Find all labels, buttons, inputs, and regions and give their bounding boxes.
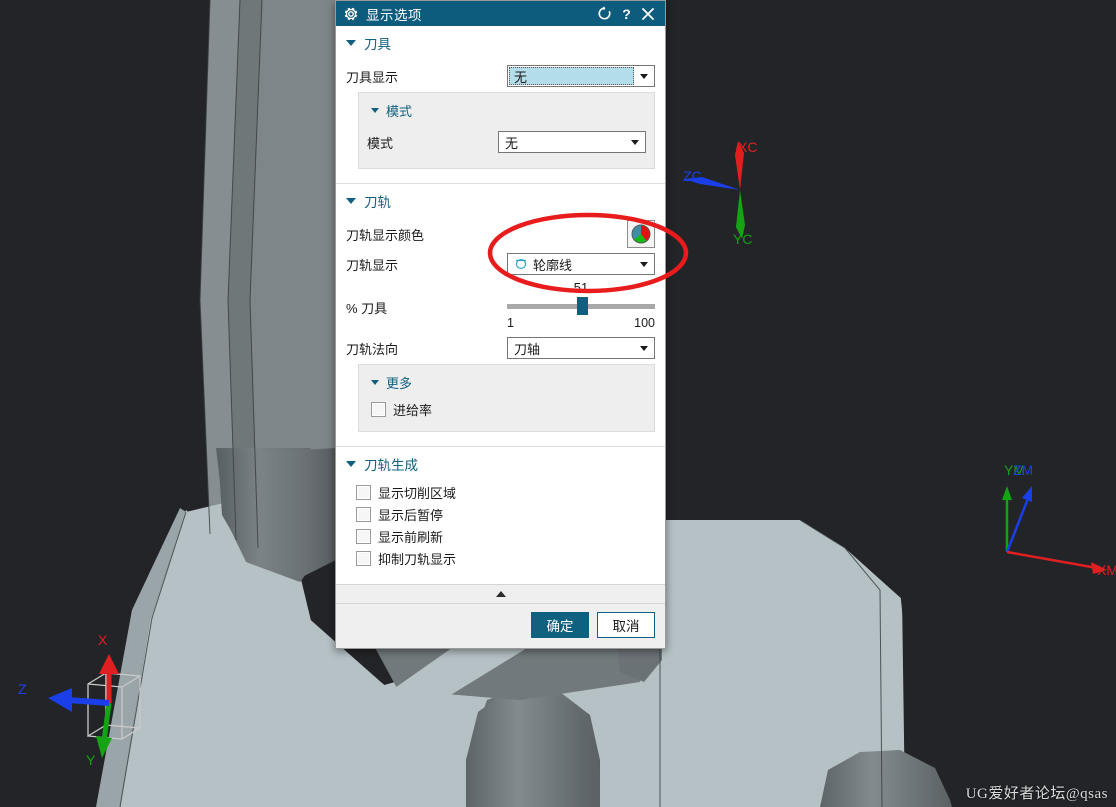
acs-axis-label-x: X — [98, 632, 108, 648]
chevron-down-icon — [371, 380, 379, 385]
row-tool-percent: % 刀具 51 1 100 — [346, 280, 655, 332]
section-header-toolpath-generation[interactable]: 刀轨生成 — [336, 446, 665, 481]
collapse-dialog-handle[interactable] — [336, 584, 665, 603]
row-mode: 模式 无 — [367, 128, 646, 156]
group-mode: 模式 模式 无 — [358, 92, 655, 169]
ok-button[interactable]: 确定 — [531, 612, 589, 638]
dialog-title: 显示选项 — [366, 7, 422, 23]
color-wheel-icon — [631, 224, 651, 244]
checkbox-label-show-cut-region: 显示切削区域 — [378, 486, 457, 501]
mcs-axis-label-x: XM — [1097, 562, 1116, 578]
dialog-titlebar[interactable]: 显示选项 ? — [336, 1, 665, 26]
chevron-down-icon — [346, 198, 356, 204]
checkbox-refresh-before-display[interactable] — [356, 529, 371, 544]
wcs-axis-label-z: ZC — [683, 168, 702, 184]
row-toolpath-normal: 刀轨法向 刀轴 — [346, 334, 655, 362]
section-header-toolpath[interactable]: 刀轨 — [336, 183, 665, 218]
label-tool-percent: % 刀具 — [346, 301, 388, 316]
checkbox-row-refresh-before-display[interactable]: 显示前刷新 — [356, 526, 655, 547]
section-label-tool: 刀具 — [364, 37, 391, 52]
checkbox-row-feedrate[interactable]: 进给率 — [371, 399, 646, 420]
group-header-mode[interactable]: 模式 — [367, 97, 646, 126]
combobox-toolpath-normal-value: 刀轴 — [514, 341, 541, 357]
row-toolpath-display: 刀轨显示 轮廓线 — [346, 250, 655, 278]
checkbox-label-pause-after-display: 显示后暂停 — [378, 508, 444, 523]
color-swatch-button[interactable] — [627, 220, 655, 248]
slider-tool-percent[interactable]: 51 1 100 — [507, 280, 655, 330]
gear-icon — [344, 7, 358, 20]
chevron-down-icon[interactable] — [634, 73, 654, 79]
chevron-down-icon — [346, 461, 356, 467]
group-more: 更多 进给率 — [358, 364, 655, 432]
forum-watermark: UG爱好者论坛@qsas — [965, 786, 1108, 802]
help-icon[interactable]: ? — [615, 3, 637, 25]
slider-value: 51 — [573, 280, 589, 295]
slider-thumb[interactable] — [576, 297, 588, 315]
wcs-triad — [684, 141, 745, 239]
checkbox-label-feedrate: 进给率 — [393, 403, 433, 418]
display-options-dialog[interactable]: 显示选项 ? 刀具 刀具显示 无 模式 模式 无 刀轨 刀轨显示颜色 刀轨显示 … — [335, 0, 666, 649]
chevron-down-icon — [371, 108, 379, 113]
checkbox-row-suppress-toolpath-display[interactable]: 抑制刀轨显示 — [356, 548, 655, 569]
acs-axis-label-y: Y — [86, 752, 96, 768]
checkbox-suppress-toolpath-display[interactable] — [356, 551, 371, 566]
label-toolpath-color: 刀轨显示颜色 — [346, 227, 425, 243]
chevron-down-icon[interactable] — [634, 261, 654, 267]
row-tool-display: 刀具显示 无 — [346, 62, 655, 90]
checkbox-row-pause-after-display[interactable]: 显示后暂停 — [356, 504, 655, 525]
combobox-mode-value: 无 — [505, 135, 519, 151]
chevron-down-icon[interactable] — [625, 139, 645, 145]
section-body-tool: 刀具显示 无 模式 模式 无 — [336, 62, 665, 183]
section-body-toolpath-generation: 显示切削区域 显示后暂停 显示前刷新 抑制刀轨显示 — [336, 482, 665, 584]
group-header-more[interactable]: 更多 — [367, 369, 646, 398]
chevron-up-icon — [495, 591, 506, 597]
checkbox-label-suppress-toolpath-display: 抑制刀轨显示 — [378, 552, 457, 567]
combobox-toolpath-display[interactable]: 轮廓线 — [507, 253, 655, 275]
section-label-toolpath-generation: 刀轨生成 — [364, 458, 418, 473]
chevron-down-icon — [346, 40, 356, 46]
combobox-tool-display-value: 无 — [509, 67, 634, 85]
wcs-axis-label-x: XC — [738, 139, 758, 155]
label-tool-display: 刀具显示 — [346, 69, 399, 85]
cancel-button[interactable]: 取消 — [597, 612, 655, 638]
combobox-mode[interactable]: 无 — [498, 131, 646, 153]
slider-max: 100 — [634, 316, 655, 330]
group-label-more: 更多 — [386, 376, 413, 391]
row-toolpath-color: 刀轨显示颜色 — [346, 220, 655, 248]
dialog-body: 刀具 刀具显示 无 模式 模式 无 刀轨 刀轨显示颜色 刀轨显示 轮廓线 % 刀… — [336, 26, 665, 584]
wcs-axis-label-y: YC — [733, 231, 753, 247]
label-toolpath-display: 刀轨显示 — [346, 257, 399, 273]
contour-circle-icon — [515, 258, 527, 270]
group-label-mode: 模式 — [386, 104, 413, 119]
svg-text:?: ? — [622, 6, 631, 22]
section-label-toolpath: 刀轨 — [364, 195, 391, 210]
reset-icon[interactable] — [593, 3, 615, 25]
section-body-toolpath: 刀轨显示颜色 刀轨显示 轮廓线 % 刀具 51 1 100 刀轨法向 刀轴 更多… — [336, 220, 665, 446]
checkbox-row-show-cut-region[interactable]: 显示切削区域 — [356, 482, 655, 503]
label-toolpath-normal: 刀轨法向 — [346, 341, 399, 357]
chevron-down-icon[interactable] — [634, 345, 654, 351]
checkbox-label-refresh-before-display: 显示前刷新 — [378, 530, 444, 545]
acs-axis-label-z: Z — [18, 681, 27, 697]
combobox-toolpath-display-value: 轮廓线 — [533, 257, 573, 273]
checkbox-show-cut-region[interactable] — [356, 485, 371, 500]
label-mode: 模式 — [367, 135, 394, 151]
combobox-tool-display[interactable]: 无 — [507, 65, 655, 87]
close-icon[interactable] — [637, 3, 659, 25]
dialog-footer: 确定 取消 — [336, 603, 665, 648]
screen: XC YC ZC YM ZM XM X Y Z UG爱好者论坛@qsas 显示选… — [0, 0, 1116, 807]
slider-range: 1 100 — [507, 316, 655, 330]
section-header-tool[interactable]: 刀具 — [336, 26, 665, 60]
slider-min: 1 — [507, 316, 514, 330]
checkbox-feedrate[interactable] — [371, 402, 386, 417]
mcs-axis-label-z: ZM — [1013, 462, 1034, 478]
checkbox-pause-after-display[interactable] — [356, 507, 371, 522]
slider-track-box[interactable] — [507, 297, 655, 315]
combobox-toolpath-normal[interactable]: 刀轴 — [507, 337, 655, 359]
